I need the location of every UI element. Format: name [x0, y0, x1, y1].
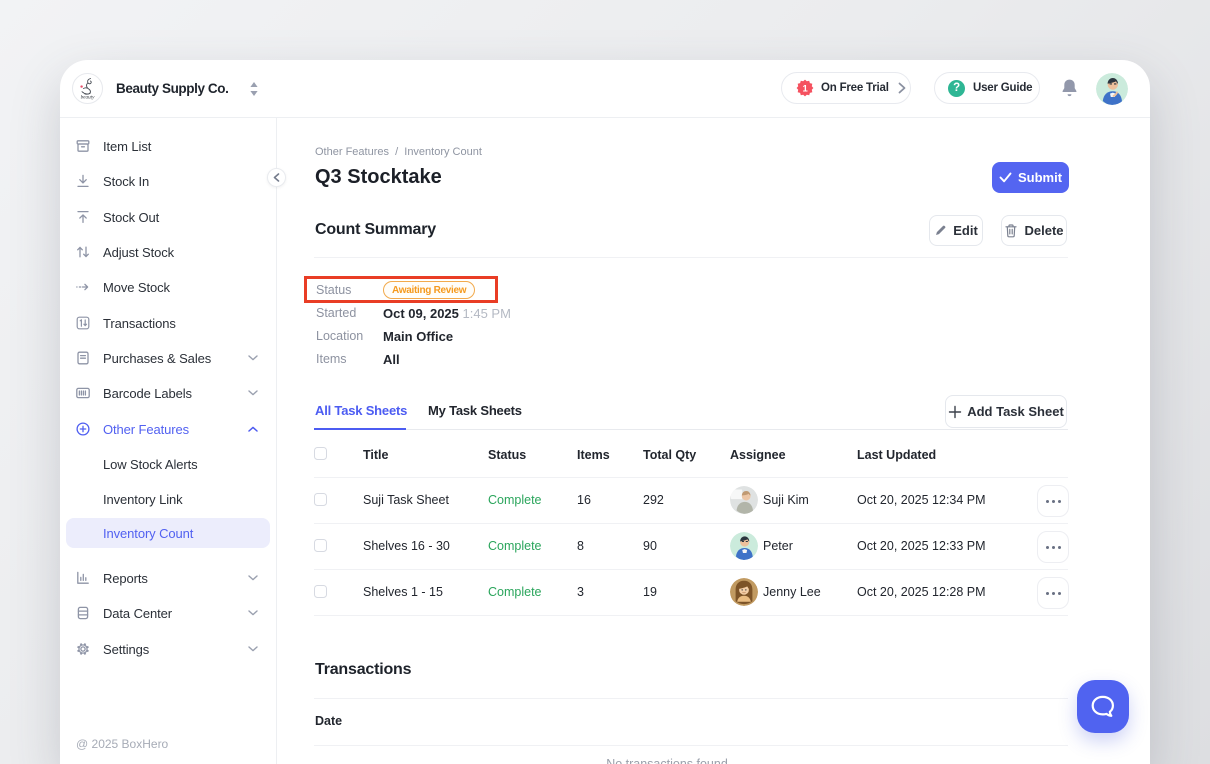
svg-text:beauty: beauty: [81, 95, 96, 101]
